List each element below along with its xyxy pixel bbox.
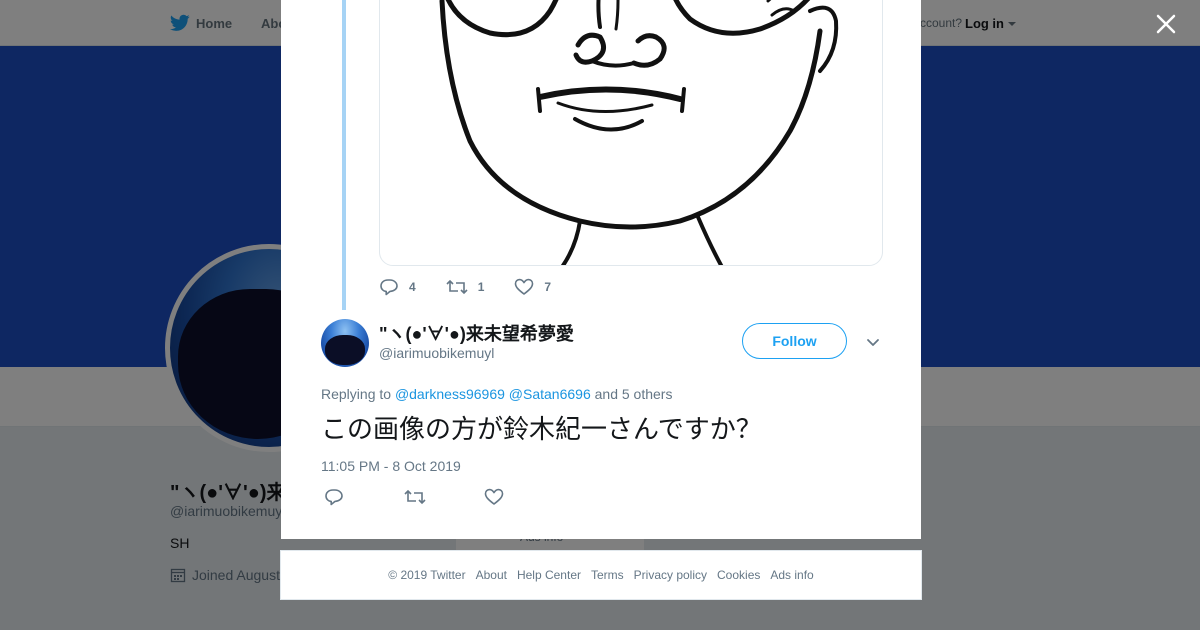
retweet-icon — [446, 279, 468, 295]
mention-link[interactable]: @Satan6696 — [509, 386, 591, 402]
tweet-author-handle[interactable]: @iarimuobikemuyl — [379, 345, 494, 361]
close-modal-button[interactable] — [1154, 12, 1178, 36]
tweet-above-actions: 4 1 7 — [379, 276, 581, 298]
tweet-text: この画像の方が鈴木紀一さんですか？ — [321, 415, 762, 445]
footer-link-terms[interactable]: Terms — [591, 568, 624, 582]
tweet-permalink-modal: 4 1 7 "ヽ(●'∀'●)来未望希夢愛 @iarimuobikemuyl F… — [281, 0, 921, 539]
like-count: 7 — [544, 280, 552, 294]
avatar-image-shape — [325, 335, 365, 365]
tweet-author-avatar[interactable] — [321, 319, 369, 367]
footer-link-privacy[interactable]: Privacy policy — [634, 568, 707, 582]
footer-link-about[interactable]: About — [476, 568, 507, 582]
footer-link-ads-info[interactable]: Ads info — [770, 568, 813, 582]
reply-icon — [325, 488, 343, 505]
retweet-action[interactable] — [404, 489, 484, 510]
retweet-count: 1 — [477, 280, 485, 294]
retweet-icon — [404, 489, 426, 504]
reply-count: 4 — [409, 280, 416, 294]
like-action[interactable] — [484, 488, 564, 511]
reply-action[interactable]: 4 — [379, 278, 416, 296]
thread-connector-line — [342, 0, 346, 310]
like-action[interactable]: 7 — [514, 278, 551, 296]
replying-to-line: Replying to @darkness96969 @Satan6696 an… — [321, 386, 672, 402]
more-options-button[interactable] — [865, 334, 881, 350]
footer-link-help-center[interactable]: Help Center — [517, 568, 581, 582]
heart-icon — [515, 278, 534, 295]
caricature-drawing-icon — [439, 0, 839, 265]
tweet-timestamp[interactable]: 11:05 PM - 8 Oct 2019 — [321, 458, 461, 474]
follow-button[interactable]: Follow — [742, 323, 847, 359]
mention-link[interactable]: @darkness96969 — [395, 386, 505, 402]
retweet-action[interactable]: 1 — [446, 279, 485, 295]
reply-icon — [380, 279, 398, 296]
tweet-photo[interactable] — [379, 0, 883, 266]
others-label[interactable]: and 5 others — [595, 386, 673, 402]
reply-action[interactable] — [324, 488, 404, 511]
tweet-author-name[interactable]: "ヽ(●'∀'●)来未望希夢愛 — [379, 320, 574, 346]
heart-icon — [484, 488, 504, 505]
close-icon — [1156, 14, 1176, 34]
chevron-down-icon — [867, 339, 879, 346]
modal-footer: © 2019 Twitter About Help Center Terms P… — [280, 550, 922, 600]
footer-link-cookies[interactable]: Cookies — [717, 568, 760, 582]
replying-to-label: Replying to — [321, 386, 392, 402]
footer-copyright: © 2019 Twitter — [388, 568, 466, 582]
tweet-actions — [324, 488, 564, 511]
